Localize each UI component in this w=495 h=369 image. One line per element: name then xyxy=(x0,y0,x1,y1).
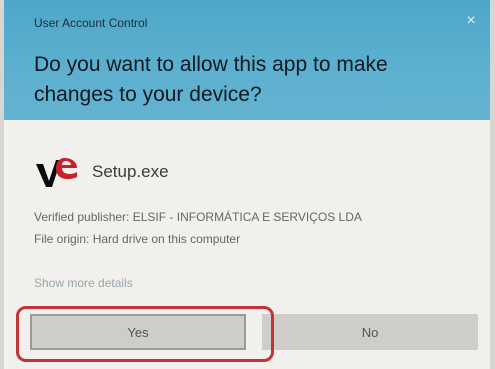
uac-dialog: User Account Control × Do you want to al… xyxy=(4,0,490,369)
button-row: Yes No xyxy=(30,314,478,354)
app-row: Setup.exe xyxy=(34,154,169,190)
prompt-question: Do you want to allow this app to make ch… xyxy=(34,53,388,106)
no-button-label: No xyxy=(361,324,379,340)
yes-button[interactable]: Yes xyxy=(30,314,246,350)
show-more-details-link[interactable]: Show more details xyxy=(34,276,133,290)
close-icon[interactable]: × xyxy=(462,12,480,30)
dialog-header: User Account Control × Do you want to al… xyxy=(4,0,490,120)
dialog-title: User Account Control xyxy=(34,16,148,30)
file-origin: File origin: Hard drive on this computer xyxy=(34,232,241,246)
no-button[interactable]: No xyxy=(262,314,478,350)
verified-publisher: Verified publisher: ELSIF - INFORMÁTICA … xyxy=(34,210,362,224)
yes-button-label: Yes xyxy=(127,324,149,340)
ve-app-icon xyxy=(36,158,77,187)
app-name: Setup.exe xyxy=(92,162,169,181)
